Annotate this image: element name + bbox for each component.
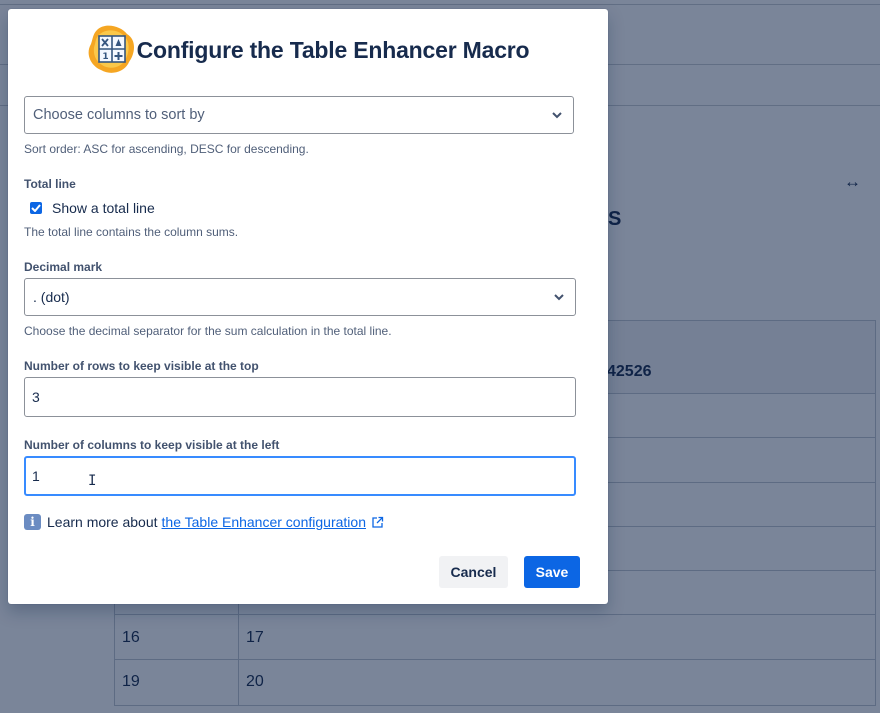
total-line-label: Total line [24,177,76,191]
total-line-checkbox-row[interactable]: Show a total line [30,200,155,216]
rows-top-input[interactable]: 3 [24,377,576,417]
svg-text:1: 1 [102,52,108,62]
dialog-header: 1 Configure the Table Enhancer Macro [8,24,608,76]
total-line-help-text: The total line contains the column sums. [24,225,239,239]
decimal-mark-label: Decimal mark [24,260,103,274]
checkmark-icon [31,204,41,212]
save-button[interactable]: Save [524,556,580,588]
dialog-title: Configure the Table Enhancer Macro [136,36,530,63]
cols-left-input[interactable]: 1 I [24,456,576,496]
learn-more-row: i Learn more about the Table Enhancer co… [24,514,384,530]
decimal-mark-select[interactable]: . (dot) [24,278,576,316]
text-cursor-icon: I [88,473,97,489]
rows-top-label: Number of rows to keep visible at the to… [24,359,259,373]
decimal-mark-value: . (dot) [33,289,70,305]
chevron-down-icon [552,112,562,119]
learn-more-prefix: Learn more about [47,514,158,530]
cols-left-label: Number of columns to keep visible at the… [24,438,280,452]
total-line-checkbox-label[interactable]: Show a total line [52,200,155,216]
table-calculator-icon: 1 [88,25,134,73]
external-link-icon[interactable] [371,516,384,529]
total-line-checkbox[interactable] [30,202,42,214]
cols-left-value: 1 [32,468,40,484]
cancel-button[interactable]: Cancel [439,556,508,588]
rows-top-value: 3 [32,389,40,405]
configuration-docs-link[interactable]: the Table Enhancer configuration [162,514,366,530]
info-icon: i [24,514,41,530]
sort-columns-placeholder: Choose columns to sort by [33,107,205,123]
chevron-down-icon [554,294,564,301]
sort-columns-select[interactable]: Choose columns to sort by [24,96,574,134]
configure-macro-dialog: 1 Configure the Table Enhancer Macro Cho… [8,9,608,604]
decimal-mark-help-text: Choose the decimal separator for the sum… [24,324,392,338]
sort-help-text: Sort order: ASC for ascending, DESC for … [24,142,309,156]
